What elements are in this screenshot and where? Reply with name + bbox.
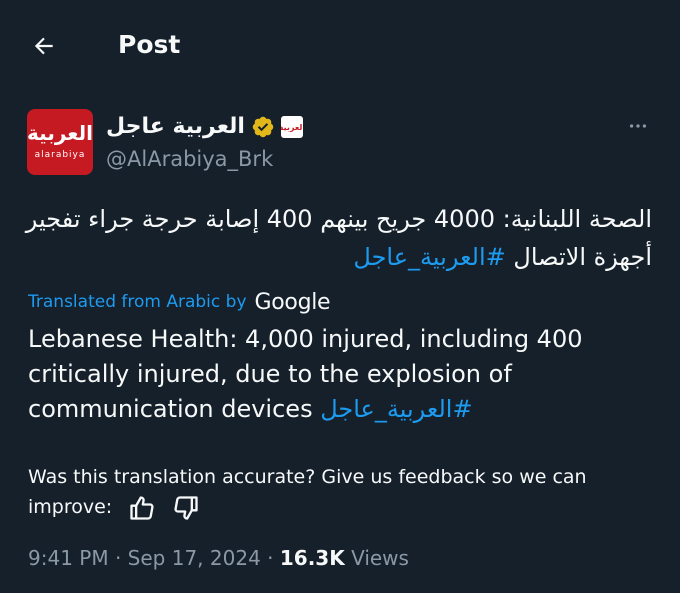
avatar[interactable]: العربية alarabiya	[27, 109, 93, 175]
affiliate-badge-icon[interactable]: العربية	[280, 116, 303, 138]
thumbs-down-button[interactable]	[172, 494, 200, 522]
feedback-question: Was this translation accurate? Give us f…	[28, 466, 587, 518]
thumbs-up-button[interactable]	[128, 494, 156, 522]
tweet-original-body: الصحة اللبنانية: 4000 جريح بينهم 400 إصا…	[25, 205, 652, 271]
translated-label[interactable]: Translated from Arabic by	[28, 292, 247, 312]
meta-separator: ·	[267, 546, 274, 570]
verified-badge-icon[interactable]	[251, 115, 275, 139]
more-horizontal-icon	[629, 124, 647, 128]
author-display-name[interactable]: العربية عاجل	[106, 113, 245, 141]
affiliate-badge-logo-text: العربية	[280, 122, 303, 132]
tweet-meta: 9:41 PM · Sep 17, 2024 · 16.3K Views	[28, 543, 409, 573]
thumbs-down-icon	[174, 495, 198, 520]
tweet-translated-text: Lebanese Health: 4,000 injured, includin…	[28, 322, 658, 427]
author-handle[interactable]: @AlArabiya_Brk	[106, 145, 273, 173]
tweet-original-text: الصحة اللبنانية: 4000 جريح بينهم 400 إصا…	[12, 200, 652, 276]
meta-separator: ·	[114, 546, 122, 570]
avatar-logo-arabic: العربية	[27, 121, 93, 145]
tweet-time[interactable]: 9:41 PM	[28, 546, 109, 570]
tweet-date[interactable]: Sep 17, 2024	[128, 546, 261, 570]
google-logo: Google	[254, 289, 331, 315]
translation-feedback: Was this translation accurate? Give us f…	[28, 462, 668, 522]
back-button[interactable]	[22, 24, 66, 68]
views-label: Views	[351, 546, 409, 570]
thumbs-up-icon	[130, 495, 154, 520]
views-count[interactable]: 16.3K	[280, 546, 345, 570]
tweet-translated-hashtag[interactable]: #العربية_عاجل	[320, 395, 472, 423]
translated-by-row: Translated from Arabic by Google	[28, 287, 331, 317]
author-name-row: العربية عاجل العربية	[106, 112, 303, 142]
page-title: Post	[118, 30, 181, 59]
avatar-logo-latin: alarabiya	[34, 150, 86, 160]
arrow-left-icon	[34, 37, 53, 55]
tweet-original-hashtag[interactable]: #العربية_عاجل	[353, 243, 505, 271]
tweet-translated-body: Lebanese Health: 4,000 injured, includin…	[28, 325, 583, 423]
more-options-button[interactable]	[620, 112, 656, 140]
